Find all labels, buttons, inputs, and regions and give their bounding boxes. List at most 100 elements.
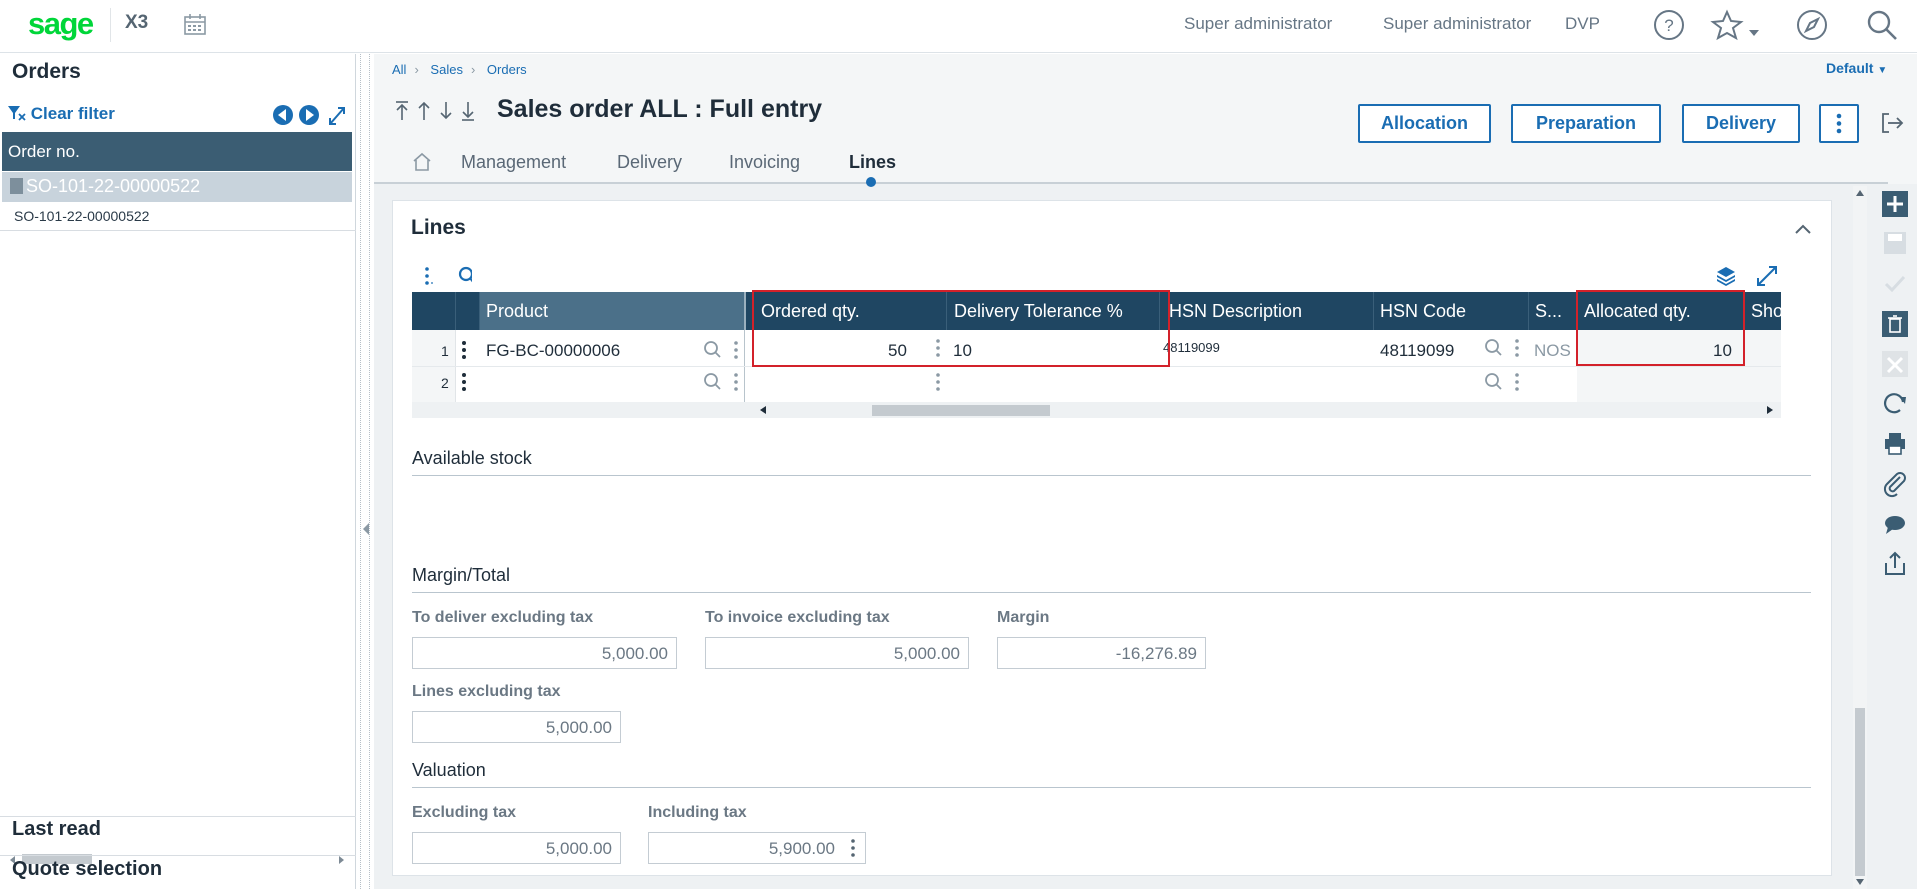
breadcrumb-orders[interactable]: Orders [487,62,527,77]
help-icon[interactable]: ? [1652,8,1686,42]
row-menu-header [456,292,480,330]
add-icon[interactable] [1878,188,1912,220]
collapse-panel-icon[interactable] [361,522,371,536]
previous-record-icon [418,101,430,120]
home-icon[interactable] [412,152,432,172]
lines-grid: Product Ordered qty. Delivery Tolerance … [412,290,1783,422]
attachment-icon[interactable] [1878,468,1912,500]
list-navigation[interactable] [272,104,352,126]
highlight-box [1576,290,1745,366]
product-lookup-icon[interactable] [702,372,742,392]
col-hsn-description[interactable]: HSN Description [1169,301,1302,322]
incl-tax-field[interactable]: 5,900.00 [648,832,866,864]
exit-icon[interactable] [1880,111,1904,135]
calendar-icon[interactable] [184,14,206,35]
col-sho[interactable]: Sho [1751,301,1783,322]
incl-tax-label: Including tax [648,804,747,821]
cell-hsn-code[interactable]: 48119099 [1380,341,1454,361]
check-icon [1884,275,1906,293]
search-icon[interactable] [1865,8,1899,42]
allocation-button[interactable]: Allocation [1358,104,1491,143]
default-selector[interactable]: Default ▼ [1826,60,1887,76]
refresh-icon[interactable] [1878,388,1912,420]
delivery-button[interactable]: Delivery [1682,104,1800,143]
print-icon[interactable] [1878,428,1912,460]
cell-product[interactable]: FG-BC-00000006 [486,341,620,361]
to-deliver-field[interactable]: 5,000.00 [412,637,677,669]
to-invoice-field[interactable]: 5,000.00 [705,637,969,669]
fullscreen-icon [1757,266,1777,286]
chevron-up-icon[interactable] [1794,223,1812,235]
svg-text:?: ? [1664,16,1673,35]
vertical-scrollbar[interactable] [1853,186,1867,889]
divider [412,592,1811,593]
grid-toolbar [425,266,472,285]
default-label: Default [1826,60,1874,76]
delete-icon[interactable] [1878,308,1912,340]
preparation-button[interactable]: Preparation [1511,104,1661,143]
col-hsn-code[interactable]: HSN Code [1380,301,1466,322]
favorites-star-icon[interactable] [1710,8,1762,42]
grid-horizontal-scrollbar[interactable] [412,402,1781,418]
first-record-icon [396,101,408,120]
product-name: X3 [125,12,149,33]
lines-excl-label: Lines excluding tax [412,683,561,700]
col-s[interactable]: S... [1535,301,1562,322]
record-navigation[interactable] [394,100,480,122]
list-item[interactable]: SO-101-22-00000522 [14,208,149,224]
cell-menu-icon[interactable] [934,372,942,392]
left-panel: Orders Clear filter Order no. SO-101-22-… [0,54,356,889]
tab-management[interactable]: Management [461,152,566,173]
cell-hsn-description[interactable]: 48119099 [1163,340,1220,355]
cell-s[interactable]: NOS [1534,341,1571,361]
quote-selection-section[interactable]: Quote selection [12,858,162,881]
tab-delivery[interactable]: Delivery [617,152,682,173]
field-menu-icon[interactable] [849,838,857,858]
margin-label: Margin [997,609,1050,626]
scrollbar-thumb[interactable] [1855,708,1865,876]
environment[interactable]: DVP [1565,14,1600,34]
panel-splitter[interactable] [360,54,370,889]
compass-icon[interactable] [1795,8,1829,42]
row-menu-icon[interactable] [460,372,468,392]
divider [0,855,356,856]
tab-invoicing[interactable]: Invoicing [729,152,800,173]
tab-bar: Management Delivery Invoicing Lines [412,152,1312,180]
product-lookup-icon[interactable] [702,340,742,360]
row-number: 1 [441,343,449,359]
user-role[interactable]: Super administrator [1383,14,1531,34]
chevron-right-icon: › [414,62,419,77]
top-bar: sage X3 Super administrator Super admini… [0,0,1917,53]
breadcrumb: All › Sales › Orders [392,62,527,77]
to-invoice-label: To invoice excluding tax [705,609,890,626]
sage-logo[interactable]: sage [28,6,94,42]
vertical-dots-icon [1836,113,1842,134]
next-icon [299,105,319,125]
lines-excl-field[interactable]: 5,000.00 [412,711,621,743]
document-icon [10,178,23,194]
tab-lines[interactable]: Lines [849,152,896,173]
clear-filter-button[interactable]: Clear filter [8,104,115,124]
hsn-lookup-icon[interactable] [1483,338,1523,358]
grid-toolbar-right [1717,266,1777,286]
share-icon[interactable] [1878,548,1912,580]
breadcrumb-sales[interactable]: Sales [430,62,463,77]
divider [0,816,356,817]
list-item-selected[interactable]: SO-101-22-00000522 [2,172,352,202]
comment-icon[interactable] [1878,508,1912,540]
row-menu-icon[interactable] [460,340,468,360]
excl-tax-field[interactable]: 5,000.00 [412,832,621,864]
user-name[interactable]: Super administrator [1184,14,1332,34]
breadcrumb-all[interactable]: All [392,62,406,77]
scrollbar-thumb[interactable] [872,405,1050,416]
expand-icon [329,107,345,125]
column-header-order-no[interactable]: Order no. [2,132,352,171]
col-product[interactable]: Product [486,301,548,322]
tab-underline [374,182,1888,184]
divider [0,230,356,231]
last-read-section[interactable]: Last read [12,818,101,841]
more-actions-button[interactable] [1819,104,1859,143]
margin-field[interactable]: -16,276.89 [997,637,1206,669]
active-tab-indicator [866,177,876,187]
hsn-lookup-icon[interactable] [1483,372,1523,392]
